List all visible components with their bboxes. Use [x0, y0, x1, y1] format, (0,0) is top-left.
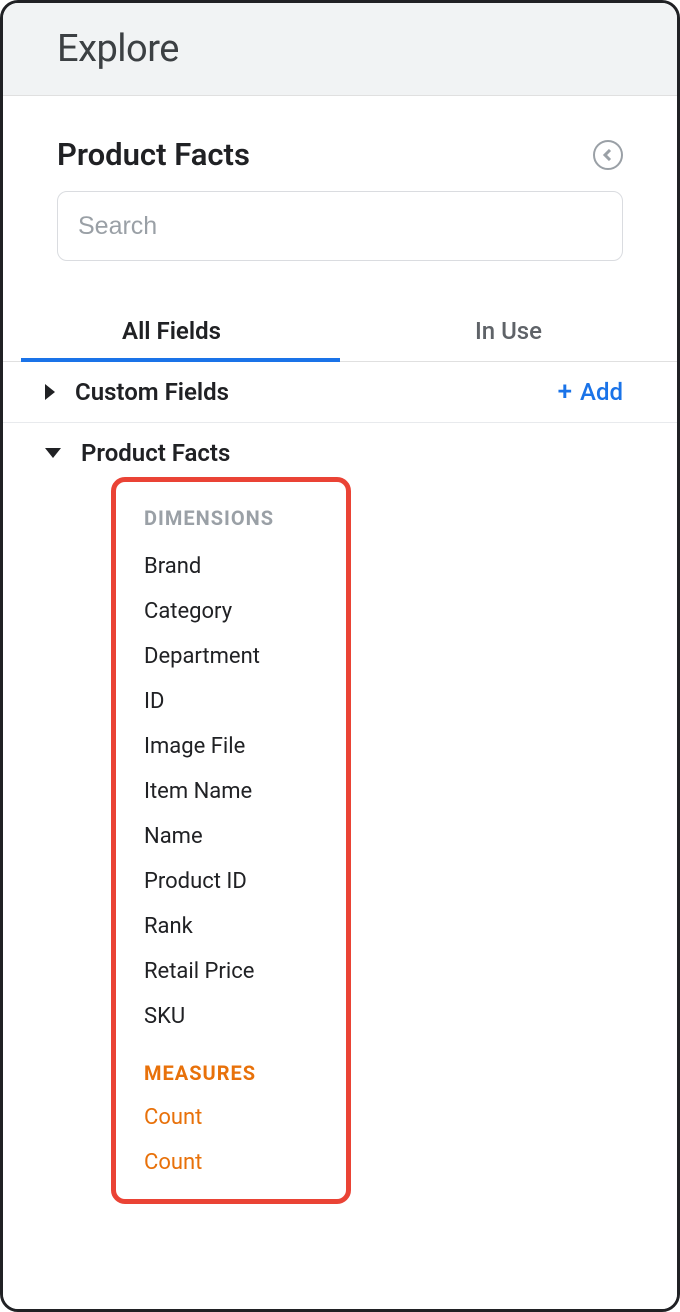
- explore-title: Product Facts: [57, 136, 250, 173]
- plus-icon: +: [558, 379, 572, 405]
- tab-all-fields[interactable]: All Fields: [3, 299, 340, 361]
- dimension-field[interactable]: Department: [144, 634, 346, 679]
- dimension-field[interactable]: Category: [144, 589, 346, 634]
- subheader: Product Facts: [3, 96, 677, 191]
- group-product-facts[interactable]: Product Facts: [3, 423, 677, 475]
- content-area: Product Facts All Fields In Use Custom F…: [3, 96, 677, 1309]
- chevron-down-icon: [45, 448, 61, 458]
- tab-in-use[interactable]: In Use: [340, 299, 677, 361]
- chevron-right-icon: [45, 384, 55, 400]
- dimension-field[interactable]: Retail Price: [144, 949, 346, 994]
- dimension-field[interactable]: Product ID: [144, 859, 346, 904]
- explore-panel: Explore Product Facts All Fields In Use …: [0, 0, 680, 1312]
- topbar: Explore: [3, 3, 677, 96]
- search-input[interactable]: [57, 191, 623, 261]
- measure-field[interactable]: Count: [144, 1095, 346, 1140]
- field-tabs: All Fields In Use: [3, 299, 677, 362]
- add-custom-field-button[interactable]: + Add: [558, 378, 623, 406]
- add-label: Add: [580, 378, 623, 406]
- dimension-field[interactable]: Brand: [144, 544, 346, 589]
- collapse-button[interactable]: [593, 140, 623, 170]
- page-title: Explore: [57, 27, 637, 71]
- group-label: Product Facts: [81, 439, 230, 467]
- chevron-left-icon: [602, 149, 614, 161]
- dimension-field[interactable]: SKU: [144, 994, 346, 1039]
- dimension-field[interactable]: ID: [144, 679, 346, 724]
- dimension-field[interactable]: Item Name: [144, 769, 346, 814]
- custom-fields-section[interactable]: Custom Fields + Add: [3, 362, 677, 423]
- measure-field[interactable]: Count: [144, 1140, 346, 1185]
- measures-header: MEASURES: [144, 1061, 346, 1085]
- dimensions-header: DIMENSIONS: [144, 506, 346, 530]
- dimension-field[interactable]: Name: [144, 814, 346, 859]
- dimension-field[interactable]: Rank: [144, 904, 346, 949]
- fields-highlight-box: DIMENSIONS Brand Category Department ID …: [111, 477, 351, 1204]
- dimension-field[interactable]: Image File: [144, 724, 346, 769]
- custom-fields-label: Custom Fields: [75, 378, 229, 406]
- search-container: [3, 191, 677, 289]
